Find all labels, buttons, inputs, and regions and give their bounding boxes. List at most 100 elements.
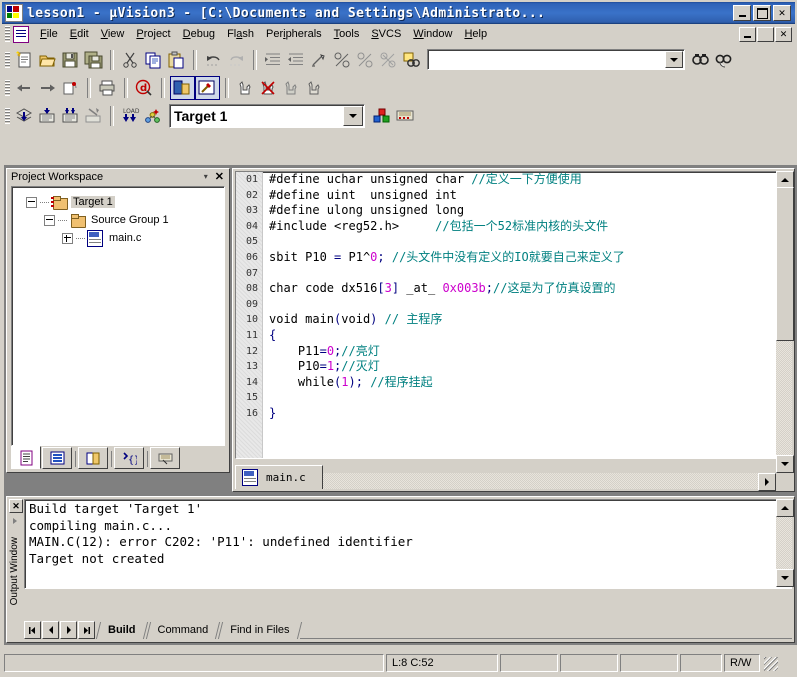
files-tab[interactable] [11,446,41,469]
output-tab-build[interactable]: Build [96,622,146,639]
scroll-up-arrow-icon[interactable] [776,499,794,517]
chevron-down-icon[interactable]: ▾ [200,172,212,181]
regs-tab[interactable] [42,447,72,469]
indent-icon[interactable] [262,49,285,71]
incremental-find-icon[interactable] [712,49,735,71]
previous-bookmark-icon[interactable] [354,49,377,71]
status-slot-4 [680,654,722,672]
first-tab-icon[interactable] [24,621,41,639]
previous-tab-icon[interactable] [42,621,59,639]
toggle-bookmark-icon[interactable] [308,49,331,71]
pane-menu-icon[interactable] [9,515,21,527]
restore-button[interactable] [753,5,771,21]
output-tab-command[interactable]: Command [146,622,219,639]
copy-icon[interactable] [142,49,165,71]
undo-icon[interactable] [202,49,225,71]
goto-definition-icon[interactable] [59,77,82,99]
save-icon[interactable] [59,49,82,71]
code-editor[interactable]: 01 02 03 04 05 06 07 08 09 10 11 12 13 14 15 16 #define… [235,171,792,459]
menu-svcs[interactable]: SVCS [365,26,407,42]
open-file-icon[interactable] [36,49,59,71]
build-target-icon[interactable] [36,105,59,127]
forward-icon[interactable] [36,77,59,99]
find-icon[interactable] [689,49,712,71]
build-toolbar-grip[interactable] [5,107,10,124]
menu-peripherals[interactable]: Peripherals [260,26,328,42]
menu-tools[interactable]: Tools [328,26,366,42]
find-in-files-icon[interactable] [400,49,423,71]
build-output-text[interactable]: Build target 'Target 1' compiling main.c.… [24,499,792,589]
kill-all-breakpoints-icon[interactable] [257,77,280,99]
expand-toggle-icon[interactable] [62,232,73,244]
chevron-down-icon[interactable] [665,51,683,68]
mdi-close-button[interactable]: ✕ [775,26,792,42]
close-icon[interactable]: ✕ [212,170,227,183]
translate-file-icon[interactable] [13,105,36,127]
mdi-minimize-button[interactable] [739,26,756,42]
menu-debug[interactable]: Debug [177,26,221,42]
editor-tab-main-c[interactable]: main.c [235,465,323,489]
tree-item-main-c[interactable]: main.c [18,229,224,247]
clear-bookmarks-icon[interactable] [377,49,400,71]
menu-file[interactable]: FFileile [34,26,64,42]
code-text[interactable]: #define uchar unsigned char //定义一下方便使用 #d… [263,172,791,458]
scroll-right-arrow-icon[interactable] [758,473,776,491]
tree-item-source-group-1[interactable]: Source Group 1 [18,211,224,229]
scroll-down-arrow-icon[interactable] [776,455,794,473]
collapse-toggle-icon[interactable] [26,196,37,208]
minimize-button[interactable] [733,5,751,21]
next-bookmark-icon[interactable] [331,49,354,71]
output-tab-find-in-files[interactable]: Find in Files [218,622,299,639]
find-combo[interactable] [427,49,685,70]
tree-item-target1[interactable]: Target 1 [18,193,224,211]
resize-grip-icon[interactable] [764,657,778,671]
menu-flash[interactable]: Flash [221,26,260,42]
target-options-icon[interactable] [142,105,165,127]
outdent-icon[interactable] [285,49,308,71]
enable-breakpoint-icon[interactable] [303,77,326,99]
redo-icon[interactable] [225,49,248,71]
new-file-icon[interactable] [13,49,36,71]
books-tab[interactable] [78,447,108,469]
editor-vertical-scrollbar[interactable] [776,171,794,473]
templates-tab[interactable] [150,447,180,469]
save-all-icon[interactable] [82,49,105,71]
menu-drag-grip[interactable] [5,26,10,42]
manage-components-icon[interactable] [371,105,394,127]
menu-view[interactable]: View [95,26,131,42]
rebuild-all-icon[interactable] [59,105,82,127]
insert-breakpoint-icon[interactable] [234,77,257,99]
back-icon[interactable] [13,77,36,99]
menu-help[interactable]: Help [458,26,493,42]
project-tree[interactable]: Target 1 Source Group 1 main.c [11,186,225,446]
close-icon[interactable]: ✕ [9,499,23,513]
debug-d-icon[interactable]: d [133,77,156,99]
menu-edit[interactable]: Edit [64,26,95,42]
navigation-toolbar-grip[interactable] [5,80,10,96]
last-tab-icon[interactable] [78,621,95,639]
project-window-icon[interactable] [170,76,195,100]
mdi-restore-button[interactable] [757,26,774,42]
file-toolbar-grip[interactable] [5,51,10,68]
remove-icon[interactable] [394,105,417,127]
paste-icon[interactable] [165,49,188,71]
target-combo[interactable]: Target 1 [169,103,365,128]
code-token: char code dx516 [269,281,378,296]
output-vertical-scrollbar[interactable] [776,499,794,587]
editor-vscroll-thumb[interactable] [776,187,794,341]
functions-tab[interactable]: {} [114,447,144,469]
menu-project[interactable]: Project [130,26,176,42]
collapse-toggle-icon[interactable] [44,214,55,226]
next-tab-icon[interactable] [60,621,77,639]
stop-build-icon[interactable] [82,105,105,127]
disable-breakpoint-icon[interactable] [280,77,303,99]
scroll-down-arrow-icon[interactable] [776,569,794,587]
close-button[interactable]: ✕ [773,5,791,21]
menu-window[interactable]: Window [407,26,458,42]
chevron-down-icon[interactable] [343,105,363,126]
build-window-icon[interactable] [195,76,220,100]
print-icon[interactable] [96,77,119,99]
download-to-flash-icon[interactable]: LOAD [119,105,142,127]
code-line: #define ulong unsigned long [263,203,791,219]
cut-icon[interactable] [119,49,142,71]
